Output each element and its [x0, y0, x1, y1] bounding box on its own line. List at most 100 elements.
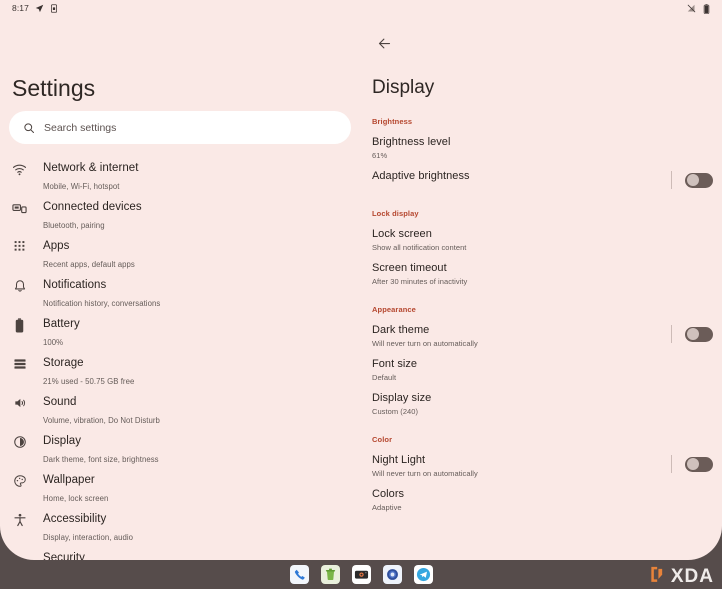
sidebar-item-subtitle: Volume, vibration, Do Not Disturb	[43, 416, 160, 425]
section-header-appearance: Appearance	[360, 305, 722, 314]
switch-wrapper	[671, 325, 713, 343]
pref-colors[interactable]: Colors Adaptive	[360, 483, 722, 517]
display-settings-list: Brightness Brightness level 61% Adaptive…	[360, 117, 722, 517]
telegram-app-icon[interactable]	[414, 565, 433, 584]
pref-subtitle: Default	[372, 372, 417, 383]
pref-title: Dark theme	[372, 323, 478, 337]
adaptive-brightness-toggle[interactable]	[685, 173, 713, 188]
pref-title: Colors	[372, 487, 404, 501]
sidebar-item-label: Apps	[43, 240, 69, 252]
phone-app-icon[interactable]	[290, 565, 309, 584]
search-input[interactable]: Search settings	[9, 111, 351, 144]
settings-nav-list: Network & internet Mobile, Wi-Fi, hotspo…	[0, 154, 360, 560]
battery-icon	[703, 4, 710, 14]
pref-subtitle: Show all notification content	[372, 242, 466, 253]
switch-divider	[671, 325, 672, 343]
pref-brightness-level[interactable]: Brightness level 61%	[360, 131, 722, 165]
pref-subtitle: Will never turn on automatically	[372, 338, 478, 349]
sidebar-item-label: Network & internet	[43, 162, 139, 174]
storage-icon	[11, 357, 28, 371]
sidebar-item-label: Display	[43, 435, 81, 447]
pref-subtitle: Custom (240)	[372, 406, 431, 417]
pref-font-size[interactable]: Font size Default	[360, 353, 722, 387]
pref-screen-timeout[interactable]: Screen timeout After 30 minutes of inact…	[360, 257, 722, 291]
sidebar-item-display[interactable]: Display Dark theme, font size, brightnes…	[0, 427, 360, 466]
sidebar-item-subtitle: Mobile, Wi-Fi, hotspot	[43, 182, 120, 191]
pref-title: Night Light	[372, 453, 478, 467]
sidebar-item-subtitle: 100%	[43, 338, 63, 347]
apps-grid-icon	[11, 240, 28, 253]
signal-off-icon	[687, 4, 696, 13]
device-screen: 8:17	[0, 0, 722, 589]
taskbar-dock	[0, 560, 722, 589]
section-header-lock-display: Lock display	[360, 209, 722, 218]
pref-dark-theme[interactable]: Dark theme Will never turn on automatica…	[360, 319, 722, 353]
sidebar-item-accessibility[interactable]: Accessibility Display, interaction, audi…	[0, 505, 360, 544]
pref-title: Screen timeout	[372, 261, 467, 275]
sim-card-icon	[50, 4, 58, 13]
xda-watermark: XDA	[649, 566, 714, 586]
pref-night-light[interactable]: Night Light Will never turn on automatic…	[360, 449, 722, 483]
dark-theme-toggle[interactable]	[685, 327, 713, 342]
brightness-icon	[11, 435, 28, 449]
toggle-knob	[687, 328, 699, 340]
sidebar-item-wallpaper[interactable]: Wallpaper Home, lock screen	[0, 466, 360, 505]
sidebar-item-label: Connected devices	[43, 201, 142, 213]
sidebar-item-subtitle: Notification history, conversations	[43, 299, 160, 308]
status-bar-left: 8:17	[12, 4, 58, 13]
sidebar-item-subtitle: Dark theme, font size, brightness	[43, 455, 159, 464]
sidebar-item-subtitle: 21% used - 50.75 GB free	[43, 377, 134, 386]
pref-adaptive-brightness[interactable]: Adaptive brightness	[360, 165, 722, 195]
location-arrow-icon	[35, 4, 44, 13]
pref-display-size[interactable]: Display size Custom (240)	[360, 387, 722, 421]
pref-subtitle: After 30 minutes of inactivity	[372, 276, 467, 287]
pref-title: Font size	[372, 357, 417, 371]
sidebar-item-battery[interactable]: Battery 100%	[0, 310, 360, 349]
status-clock: 8:17	[12, 4, 29, 13]
sidebar-item-label: Wallpaper	[43, 474, 95, 486]
section-header-color: Color	[360, 435, 722, 444]
sidebar-item-apps[interactable]: Apps Recent apps, default apps	[0, 232, 360, 271]
wifi-icon	[11, 162, 28, 177]
xda-bracket-logo	[649, 566, 667, 586]
sidebar-item-notifications[interactable]: Notifications Notification history, conv…	[0, 271, 360, 310]
pref-title: Display size	[372, 391, 431, 405]
watermark-text: XDA	[671, 567, 714, 586]
sidebar-item-security[interactable]: Security	[0, 544, 360, 560]
pref-lock-screen[interactable]: Lock screen Show all notification conten…	[360, 223, 722, 257]
sidebar-item-label: Notifications	[43, 279, 106, 291]
settings-sidebar: Settings Search settings	[0, 17, 360, 560]
accessibility-icon	[11, 513, 28, 527]
detail-title: Display	[372, 77, 434, 99]
page-title: Settings	[12, 75, 95, 102]
sidebar-item-subtitle: Display, interaction, audio	[43, 533, 133, 542]
night-light-toggle[interactable]	[685, 457, 713, 472]
switch-wrapper	[671, 171, 713, 189]
pref-title: Adaptive brightness	[372, 169, 470, 183]
settings-app-surface: 8:17	[0, 0, 722, 560]
sidebar-item-subtitle: Recent apps, default apps	[43, 260, 135, 269]
camera-app-icon[interactable]	[352, 565, 371, 584]
sidebar-item-connected-devices[interactable]: Connected devices Bluetooth, pairing	[0, 193, 360, 232]
switch-wrapper	[671, 455, 713, 473]
sidebar-item-label: Storage	[43, 357, 84, 369]
back-button[interactable]	[370, 29, 398, 57]
sidebar-item-label: Battery	[43, 318, 80, 330]
status-bar-right	[687, 4, 710, 14]
pref-subtitle: Will never turn on automatically	[372, 468, 478, 479]
battery-icon	[11, 318, 28, 333]
devices-icon	[11, 201, 28, 216]
recycle-app-icon[interactable]	[321, 565, 340, 584]
section-header-brightness: Brightness	[360, 117, 722, 126]
search-placeholder: Search settings	[44, 122, 116, 134]
toggle-knob	[687, 458, 699, 470]
chrome-app-icon[interactable]	[383, 565, 402, 584]
display-detail-pane: Display Brightness Brightness level 61% …	[360, 17, 722, 560]
sidebar-item-network-internet[interactable]: Network & internet Mobile, Wi-Fi, hotspo…	[0, 154, 360, 193]
status-bar: 8:17	[0, 0, 722, 17]
sidebar-item-label: Security	[43, 552, 85, 560]
sidebar-item-storage[interactable]: Storage 21% used - 50.75 GB free	[0, 349, 360, 388]
arrow-left-icon	[377, 36, 392, 51]
sidebar-item-subtitle: Home, lock screen	[43, 494, 108, 503]
sidebar-item-sound[interactable]: Sound Volume, vibration, Do Not Disturb	[0, 388, 360, 427]
